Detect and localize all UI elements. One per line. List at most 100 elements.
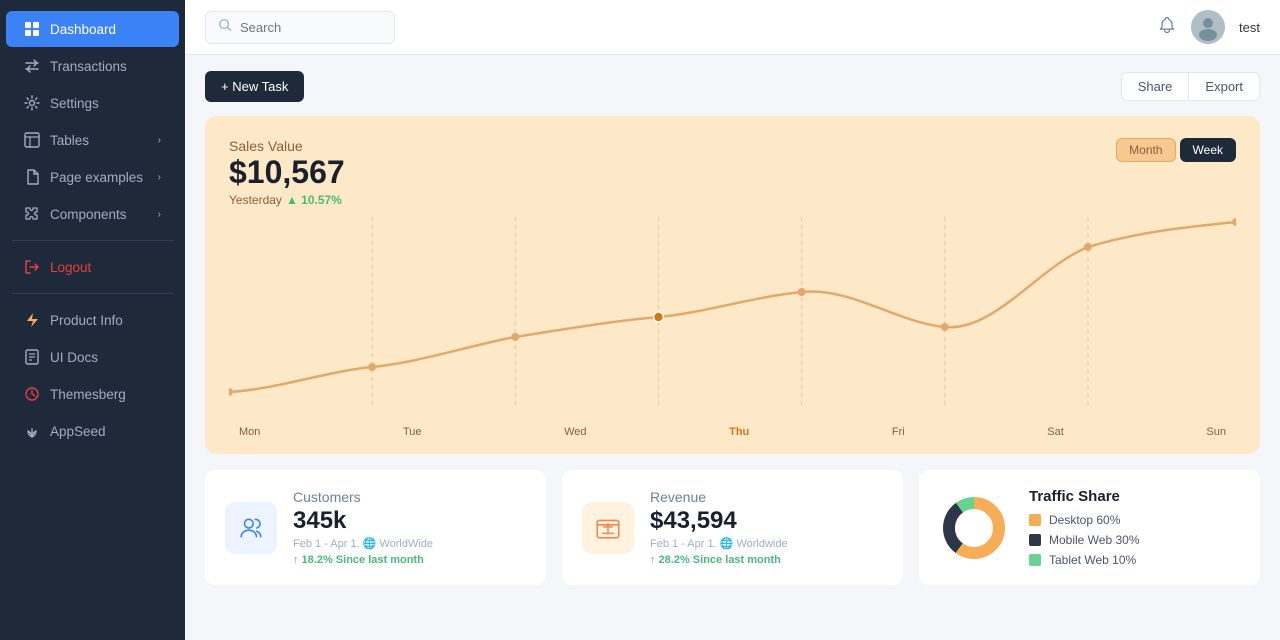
- sidebar-item-label: Transactions: [50, 59, 127, 74]
- puzzle-icon: [24, 206, 40, 222]
- user-name: test: [1239, 20, 1260, 35]
- customers-card: Customers 345k Feb 1 - Apr 1. 🌐 WorldWid…: [205, 470, 546, 585]
- customers-change: ↑ 18.2% Since last month: [293, 554, 433, 566]
- sidebar-item-settings[interactable]: Settings: [6, 85, 179, 121]
- exchange-icon: [24, 58, 40, 74]
- chart-label-sat: Sat: [1047, 426, 1064, 438]
- sidebar-nav: Dashboard Transactions Settings Tables ›: [0, 0, 185, 460]
- table-icon: [24, 132, 40, 148]
- search-input[interactable]: [240, 20, 370, 35]
- month-button[interactable]: Month: [1116, 138, 1175, 162]
- sidebar-item-label: Logout: [50, 260, 91, 275]
- sidebar-item-label: Settings: [50, 96, 99, 111]
- sidebar-item-label: Components: [50, 207, 127, 222]
- traffic-card: Traffic Share Desktop 60% Mobile Web 30%: [919, 470, 1260, 585]
- toolbar-actions: Share Export: [1121, 72, 1260, 101]
- mobile-dot: [1029, 534, 1041, 546]
- sales-label: Sales Value: [229, 138, 345, 154]
- sidebar-item-label: Page examples: [50, 170, 143, 185]
- traffic-title: Traffic Share: [1029, 488, 1140, 505]
- revenue-change: ↑ 28.2% Since last month: [650, 554, 788, 566]
- sidebar-item-dashboard[interactable]: Dashboard: [6, 11, 179, 47]
- sidebar-item-components[interactable]: Components ›: [6, 196, 179, 232]
- tablet-dot: [1029, 554, 1041, 566]
- sidebar-item-transactions[interactable]: Transactions: [6, 48, 179, 84]
- chart-label-mon: Mon: [239, 426, 260, 438]
- stats-row: Customers 345k Feb 1 - Apr 1. 🌐 WorldWid…: [205, 470, 1260, 585]
- bolt-icon: [24, 312, 40, 328]
- search-icon: [218, 18, 232, 37]
- topbar: test: [185, 0, 1280, 55]
- customers-title: Customers: [293, 489, 433, 505]
- chart-label-tue: Tue: [403, 426, 422, 438]
- theme-icon: [24, 386, 40, 402]
- chart-area: Mon Tue Wed Thu Fri Sat Sun: [229, 217, 1236, 438]
- sales-sub: Yesterday ▲ 10.57%: [229, 193, 345, 207]
- sidebar-item-ui-docs[interactable]: UI Docs: [6, 339, 179, 375]
- chart-label-fri: Fri: [892, 426, 905, 438]
- export-button[interactable]: Export: [1188, 72, 1260, 101]
- tablet-label: Tablet Web 10%: [1049, 553, 1136, 567]
- grid-icon: [24, 21, 40, 37]
- sidebar-divider-2: [12, 293, 173, 294]
- traffic-info: Traffic Share Desktop 60% Mobile Web 30%: [1029, 488, 1140, 567]
- chart-label-wed: Wed: [564, 426, 586, 438]
- sidebar-item-label: UI Docs: [50, 350, 98, 365]
- gear-icon: [24, 95, 40, 111]
- revenue-value: $43,594: [650, 507, 788, 535]
- change-value: ▲ 10.57%: [286, 193, 342, 207]
- seed-icon: [24, 423, 40, 439]
- legend-mobile: Mobile Web 30%: [1029, 533, 1140, 547]
- new-task-button[interactable]: + New Task: [205, 71, 304, 102]
- main-content: test + New Task Share Export Sales Value…: [185, 0, 1280, 640]
- sidebar: Dashboard Transactions Settings Tables ›: [0, 0, 185, 640]
- period-buttons: Month Week: [1116, 138, 1236, 162]
- traffic-legend: Desktop 60% Mobile Web 30% Tablet Web 10…: [1029, 513, 1140, 567]
- revenue-title: Revenue: [650, 489, 788, 505]
- chevron-right-icon: ›: [158, 172, 161, 183]
- toolbar-row: + New Task Share Export: [205, 71, 1260, 102]
- sales-chart: [229, 217, 1236, 417]
- sidebar-item-label: Dashboard: [50, 22, 116, 37]
- customers-value: 345k: [293, 507, 433, 535]
- revenue-card: Revenue $43,594 Feb 1 - Apr 1. 🌐 Worldwi…: [562, 470, 903, 585]
- revenue-sub: Feb 1 - Apr 1. 🌐 Worldwide: [650, 537, 788, 550]
- sidebar-item-logout[interactable]: Logout: [6, 249, 179, 285]
- sidebar-divider: [12, 240, 173, 241]
- customers-sub: Feb 1 - Apr 1. 🌐 WorldWide: [293, 537, 433, 550]
- search-box[interactable]: [205, 11, 395, 44]
- donut-chart: [939, 493, 1009, 563]
- sidebar-item-product-info[interactable]: Product Info: [6, 302, 179, 338]
- sidebar-item-themesberg[interactable]: Themesberg: [6, 376, 179, 412]
- avatar: [1191, 10, 1225, 44]
- file-icon: [24, 169, 40, 185]
- topbar-right: test: [1157, 10, 1260, 44]
- chart-label-thu: Thu: [729, 426, 749, 438]
- logout-icon: [24, 259, 40, 275]
- sidebar-item-appseed[interactable]: AppSeed: [6, 413, 179, 449]
- revenue-info: Revenue $43,594 Feb 1 - Apr 1. 🌐 Worldwi…: [650, 489, 788, 566]
- sidebar-item-label: Product Info: [50, 313, 123, 328]
- bell-icon[interactable]: [1157, 15, 1177, 40]
- chevron-right-icon: ›: [158, 209, 161, 220]
- sidebar-item-tables[interactable]: Tables ›: [6, 122, 179, 158]
- legend-tablet: Tablet Web 10%: [1029, 553, 1140, 567]
- content-area: + New Task Share Export Sales Value $10,…: [185, 55, 1280, 640]
- legend-desktop: Desktop 60%: [1029, 513, 1140, 527]
- customers-info: Customers 345k Feb 1 - Apr 1. 🌐 WorldWid…: [293, 489, 433, 566]
- desktop-label: Desktop 60%: [1049, 513, 1120, 527]
- sidebar-item-label: Tables: [50, 133, 89, 148]
- sidebar-item-page-examples[interactable]: Page examples ›: [6, 159, 179, 195]
- sidebar-item-label: AppSeed: [50, 424, 106, 439]
- chart-labels: Mon Tue Wed Thu Fri Sat Sun: [229, 426, 1236, 438]
- chart-label-sun: Sun: [1206, 426, 1226, 438]
- share-button[interactable]: Share: [1121, 72, 1189, 101]
- chart-header: Sales Value $10,567 Yesterday ▲ 10.57% M…: [229, 138, 1236, 207]
- yesterday-label: Yesterday: [229, 193, 282, 207]
- week-button[interactable]: Week: [1180, 138, 1236, 162]
- sales-value: $10,567: [229, 154, 345, 191]
- chart-card: Sales Value $10,567 Yesterday ▲ 10.57% M…: [205, 116, 1260, 454]
- sidebar-item-label: Themesberg: [50, 387, 126, 402]
- desktop-dot: [1029, 514, 1041, 526]
- customers-icon: [225, 502, 277, 554]
